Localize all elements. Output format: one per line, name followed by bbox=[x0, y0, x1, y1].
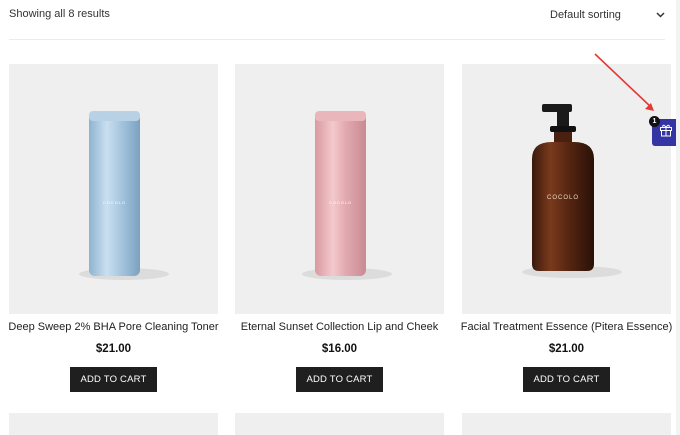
product-image[interactable]: COCOLO bbox=[9, 64, 218, 314]
product-title[interactable]: Eternal Sunset Collection Lip and Cheek bbox=[225, 321, 454, 333]
product-image[interactable]: COCOLO bbox=[235, 64, 444, 314]
product-card-next-row[interactable] bbox=[235, 413, 444, 435]
sorting-label: Default sorting bbox=[550, 9, 621, 21]
product-card: COCOLO Eternal Sunset Collection Lip and… bbox=[235, 64, 444, 392]
add-to-cart-button[interactable]: ADD TO CART bbox=[70, 367, 157, 392]
sorting-select[interactable]: Default sorting bbox=[550, 8, 665, 22]
add-to-cart-button[interactable]: ADD TO CART bbox=[296, 367, 383, 392]
gift-badge-count: 1 bbox=[649, 116, 660, 127]
add-to-cart-button[interactable]: ADD TO CART bbox=[523, 367, 610, 392]
annotation-arrow bbox=[594, 53, 654, 111]
product-title[interactable]: Facial Treatment Essence (Pitera Essence… bbox=[452, 321, 680, 333]
product-title[interactable]: Deep Sweep 2% BHA Pore Cleaning Toner bbox=[0, 321, 228, 333]
bottle-brand-text: COCOLO bbox=[103, 200, 126, 205]
divider bbox=[9, 39, 665, 40]
scrollbar[interactable] bbox=[676, 0, 680, 435]
bottle-brand-text: COCOLO bbox=[329, 200, 352, 205]
gift-icon bbox=[659, 123, 673, 142]
product-card: COCOLO Deep Sweep 2% BHA Pore Cleaning T… bbox=[8, 64, 219, 392]
shop-toolbar: Showing all 8 results Default sorting bbox=[0, 0, 680, 40]
product-price: $21.00 bbox=[95, 343, 132, 355]
bottle-brand-text: COCOLO bbox=[547, 195, 579, 201]
chevron-down-icon bbox=[655, 10, 665, 20]
result-count: Showing all 8 results bbox=[9, 8, 110, 20]
product-card-next-row[interactable] bbox=[462, 413, 671, 435]
product-price: $21.00 bbox=[548, 343, 585, 355]
product-card-next-row[interactable] bbox=[9, 413, 218, 435]
product-price: $16.00 bbox=[321, 343, 358, 355]
